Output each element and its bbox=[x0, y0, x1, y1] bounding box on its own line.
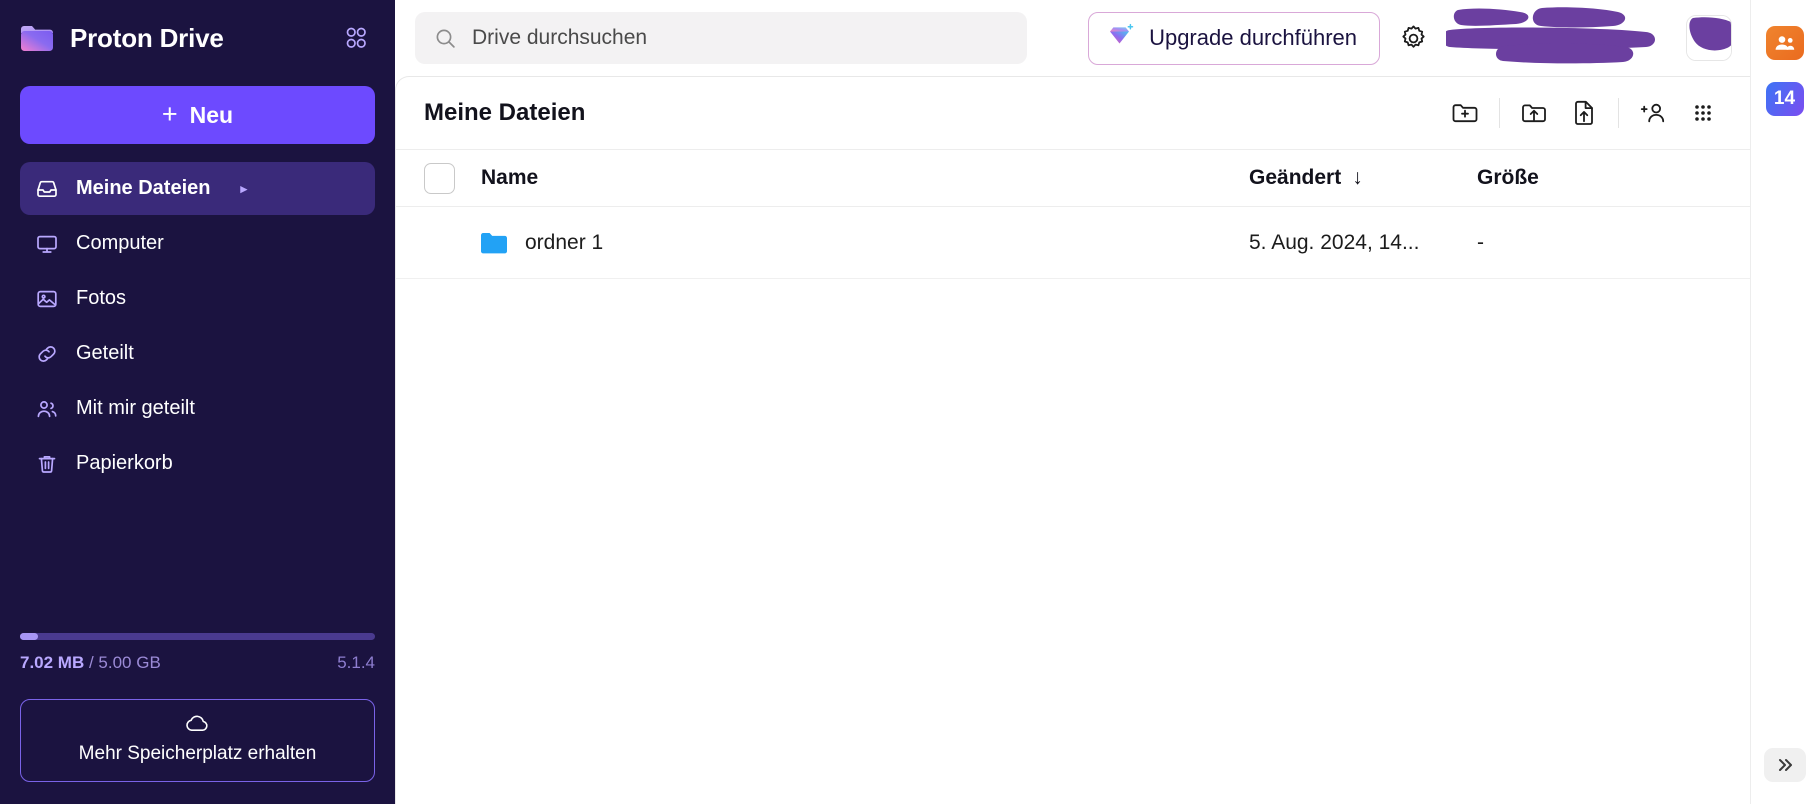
main-area: Upgrade durchführen bbox=[395, 0, 1750, 804]
sort-descending-icon: ↓ bbox=[1352, 166, 1363, 189]
upload-folder-button[interactable] bbox=[1509, 90, 1559, 136]
column-header-name[interactable]: Name bbox=[481, 166, 1249, 190]
new-button[interactable]: + Neu bbox=[20, 86, 375, 144]
sidebar-item-geteilt[interactable]: Geteilt bbox=[20, 327, 375, 380]
sidebar-item-label: Papierkorb bbox=[76, 452, 173, 474]
chevron-right-icon[interactable]: ▸ bbox=[240, 182, 247, 195]
brand-row: Proton Drive bbox=[0, 0, 395, 76]
row-name-label: ordner 1 bbox=[525, 230, 604, 254]
purple-scribble-redaction-icon bbox=[1442, 6, 1674, 70]
row-modified-cell: 5. Aug. 2024, 14... bbox=[1249, 230, 1420, 254]
sidebar-item-label: Meine Dateien bbox=[76, 177, 211, 199]
sidebar-item-meine-dateien[interactable]: Meine Dateien ▸ bbox=[20, 162, 375, 215]
sidebar-item-mit-mir-geteilt[interactable]: Mit mir geteilt bbox=[20, 382, 375, 435]
plus-icon: + bbox=[161, 98, 178, 129]
calendar-icon[interactable]: 14 bbox=[1765, 82, 1804, 116]
table-body: ordner 1 5. Aug. 2024, 14... - bbox=[396, 207, 1750, 804]
column-header-size[interactable]: Größe bbox=[1477, 166, 1722, 190]
right-app-rail: 14 bbox=[1750, 0, 1818, 804]
new-button-label: Neu bbox=[189, 101, 234, 128]
content-panel: Meine Dateien Name Geändert ↓ Größe ordn… bbox=[395, 76, 1750, 804]
storage-progress-bar bbox=[20, 633, 375, 640]
proton-drive-folder-logo-icon bbox=[18, 19, 56, 57]
chevron-double-right-icon[interactable] bbox=[1763, 748, 1806, 782]
sidebar-item-papierkorb[interactable]: Papierkorb bbox=[20, 437, 375, 490]
proton-drive-app: Proton Drive + Neu Meine Dateien ▸ Compu… bbox=[0, 0, 1818, 804]
page-title: Meine Dateien bbox=[424, 99, 586, 126]
link-icon bbox=[34, 341, 60, 367]
sidebar-nav: Meine Dateien ▸ Computer Fotos Geteilt M… bbox=[0, 162, 395, 490]
sidebar-item-label: Fotos bbox=[76, 287, 127, 309]
search-icon bbox=[433, 26, 458, 51]
new-folder-button[interactable] bbox=[1440, 90, 1490, 136]
upgrade-button[interactable]: Upgrade durchführen bbox=[1088, 11, 1380, 65]
users-icon bbox=[34, 396, 60, 422]
sidebar-item-label: Computer bbox=[76, 232, 164, 254]
brand-name: Proton Drive bbox=[70, 22, 224, 53]
row-size-cell: - bbox=[1477, 230, 1484, 254]
inbox-icon bbox=[34, 176, 60, 202]
column-header-modified-label: Geändert bbox=[1249, 166, 1342, 189]
sidebar-item-computer[interactable]: Computer bbox=[20, 217, 375, 270]
app-version: 5.1.4 bbox=[337, 653, 375, 672]
storage-used: 7.02 MB bbox=[20, 653, 85, 672]
avatar[interactable] bbox=[1686, 15, 1732, 61]
sidebar-item-label: Mit mir geteilt bbox=[76, 397, 195, 419]
toolbar-separator bbox=[1618, 98, 1619, 128]
left-sidebar: Proton Drive + Neu Meine Dateien ▸ Compu… bbox=[0, 0, 395, 804]
contacts-icon[interactable] bbox=[1765, 26, 1804, 60]
more-storage-button[interactable]: Mehr Speicherplatz erhalten bbox=[20, 699, 375, 782]
select-all-checkbox[interactable] bbox=[424, 162, 455, 194]
apps-grid-icon[interactable] bbox=[339, 21, 373, 55]
storage-usage: 7.02 MB / 5.00 GB bbox=[20, 653, 161, 673]
sidebar-item-fotos[interactable]: Fotos bbox=[20, 272, 375, 325]
row-name-cell: ordner 1 bbox=[481, 231, 1249, 255]
sidebar-footer: 7.02 MB / 5.00 GB 5.1.4 Mehr Speicherpla… bbox=[0, 633, 395, 804]
calendar-day-number: 14 bbox=[1773, 88, 1796, 109]
cloud-icon bbox=[183, 714, 213, 737]
storage-progress-fill bbox=[20, 633, 38, 640]
more-storage-label: Mehr Speicherplatz erhalten bbox=[78, 743, 317, 764]
upload-file-button[interactable] bbox=[1559, 90, 1609, 136]
sidebar-item-label: Geteilt bbox=[76, 342, 134, 364]
share-button[interactable] bbox=[1628, 90, 1678, 136]
monitor-icon bbox=[34, 231, 60, 257]
top-bar-right: Upgrade durchführen bbox=[1088, 6, 1732, 70]
storage-text-row: 7.02 MB / 5.00 GB 5.1.4 bbox=[20, 653, 375, 673]
top-bar: Upgrade durchführen bbox=[395, 0, 1750, 76]
storage-total: / 5.00 GB bbox=[84, 653, 161, 672]
content-toolbar bbox=[1440, 90, 1728, 136]
folder-icon bbox=[481, 232, 507, 254]
layout-button[interactable] bbox=[1678, 90, 1728, 136]
trash-icon bbox=[34, 451, 60, 477]
gear-icon[interactable] bbox=[1392, 17, 1434, 59]
upgrade-button-label: Upgrade durchführen bbox=[1149, 25, 1357, 50]
toolbar-separator bbox=[1499, 98, 1500, 128]
content-header: Meine Dateien bbox=[396, 77, 1750, 149]
table-row[interactable]: ordner 1 5. Aug. 2024, 14... - bbox=[396, 207, 1750, 279]
table-header-row: Name Geändert ↓ Größe bbox=[396, 149, 1750, 207]
diamond-plus-icon bbox=[1107, 22, 1135, 54]
search-input[interactable] bbox=[472, 26, 1009, 50]
column-header-modified[interactable]: Geändert ↓ bbox=[1249, 166, 1477, 190]
image-icon bbox=[34, 286, 60, 312]
search-box[interactable] bbox=[415, 12, 1027, 64]
